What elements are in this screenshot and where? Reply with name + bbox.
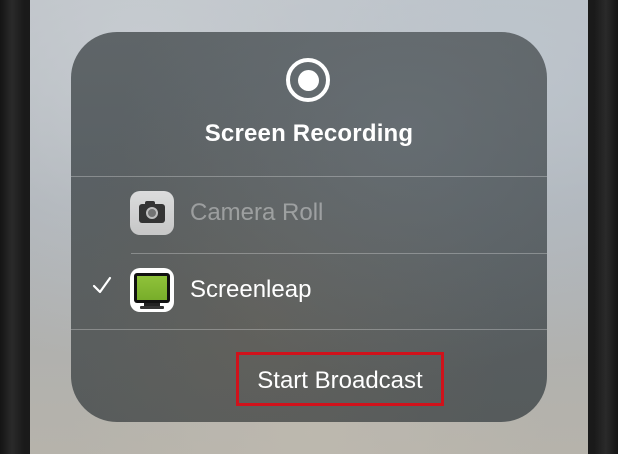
camera-lens xyxy=(146,207,158,219)
record-dot xyxy=(297,69,319,91)
panel-title: Screen Recording xyxy=(204,120,414,147)
checkmark-icon xyxy=(92,276,112,294)
monitor-shape xyxy=(134,273,170,303)
phone-frame: Screen Recording Camera Roll Screenleap … xyxy=(0,0,618,454)
start-broadcast-label: Start Broadcast xyxy=(257,367,423,394)
option-screenleap[interactable]: Screenleap xyxy=(71,254,547,330)
screen-recording-panel: Screen Recording Camera Roll Screenleap … xyxy=(71,32,547,422)
option-label: Screenleap xyxy=(190,276,312,303)
start-broadcast-button[interactable]: Start Broadcast xyxy=(236,352,444,406)
record-icon xyxy=(286,58,330,102)
camera-icon xyxy=(130,191,174,235)
option-camera-roll[interactable]: Camera Roll xyxy=(71,177,547,253)
screenleap-icon xyxy=(130,268,174,312)
phone-screen: Screen Recording Camera Roll Screenleap … xyxy=(30,0,588,454)
option-label: Camera Roll xyxy=(190,199,324,226)
monitor-screen xyxy=(137,276,167,300)
divider xyxy=(71,329,547,330)
monitor-base xyxy=(140,306,164,309)
